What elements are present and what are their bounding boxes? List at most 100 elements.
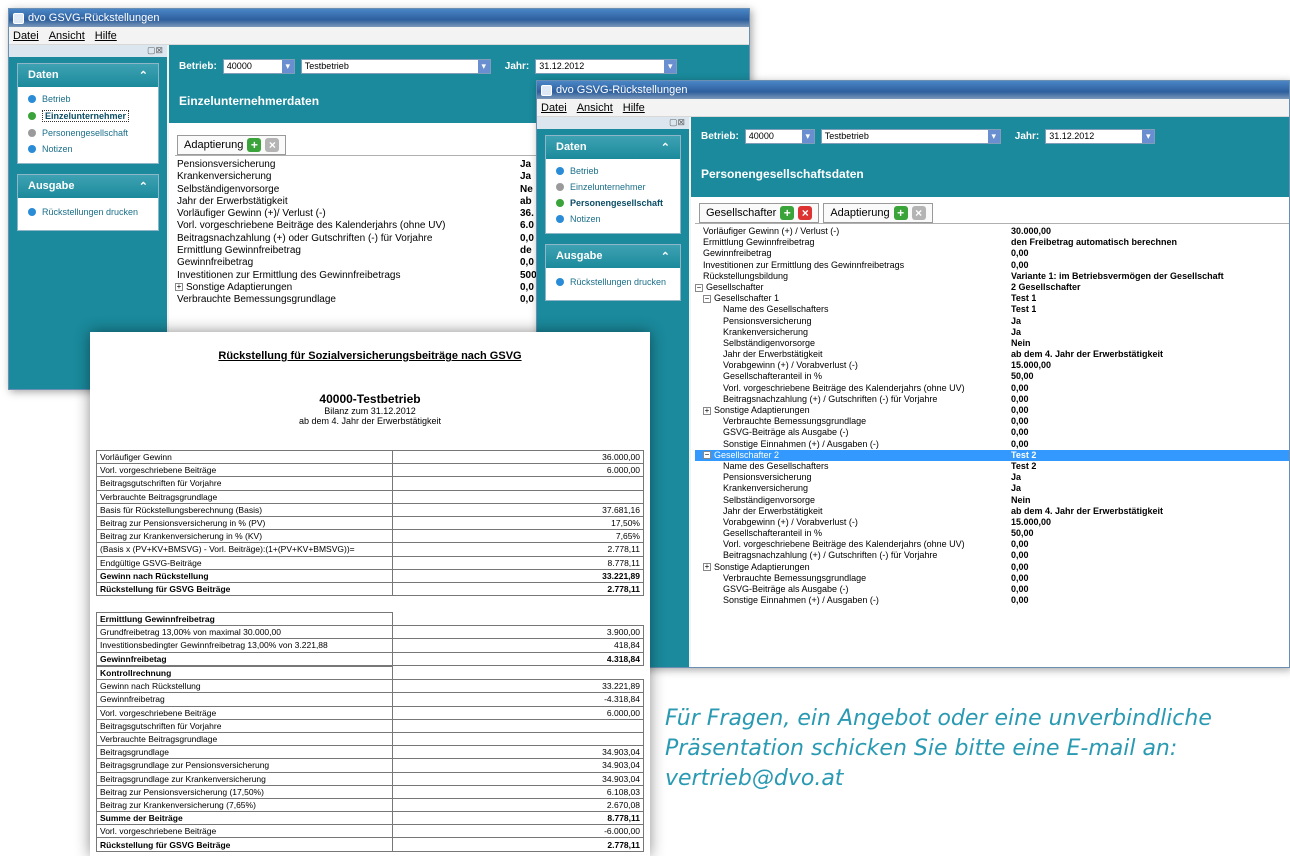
grid-key: GSVG-Beiträge als Ausgabe (-) [695,584,1011,595]
betrieb-name-select[interactable]: Testbetrieb [300,58,491,74]
sidebar-item-rueckstellungen-drucken[interactable]: Rückstellungen drucken [18,204,158,220]
expand-icon[interactable]: + [703,563,711,572]
grid-row[interactable]: − Gesellschafter 2 Test 2 [695,449,1289,461]
grid-row[interactable]: Pensionsversicherung Ja [695,472,1289,483]
grid-value: de [520,245,532,257]
jahr-select[interactable]: 31.12.2012 [1045,128,1156,144]
grid-row[interactable]: Beitragsnachzahlung (+) oder Gutschrifte… [175,233,545,245]
grid-row[interactable]: Vorläufiger Gewinn (+) / Verlust (-) 30.0… [695,226,1289,237]
grid-row[interactable]: Pensionsversicherung Ja [695,316,1289,327]
grid-row[interactable]: + Sonstige Adaptierungen 0,00 [695,562,1289,573]
grid-row[interactable]: − Gesellschafter 1 Test 1 [695,293,1289,304]
collapse-icon[interactable]: ⌃ [139,180,148,193]
grid-row[interactable]: Investitionen zur Ermittlung des Gewinnf… [695,260,1289,271]
grid-row[interactable]: Jahr der Erwerbstätigkeit ab dem 4. Jahr … [695,506,1289,517]
grid-row[interactable]: Vorabgewinn (+) / Vorabverlust (-) 15.000… [695,360,1289,371]
grid-row[interactable]: Gewinnfreibetrag 0,0 [175,257,545,269]
grid-key: Jahr der Erwerbstätigkeit [175,196,520,208]
grid-row[interactable]: Gewinnfreibetrag 0,00 [695,248,1289,259]
grid-row[interactable]: Verbrauchte Bemessungsgrundlage 0,0 [175,294,545,306]
menu-hilfe[interactable]: Hilfe [95,30,117,42]
grid-row[interactable]: Gesellschafteranteil in % 50,00 [695,528,1289,539]
grid-row[interactable]: Pensionsversicherung Ja [175,159,545,171]
grid-row[interactable]: Vorl. vorgeschriebene Beiträge des Kalen… [695,383,1289,394]
betrieb-nr-select[interactable]: 40000 [744,128,815,144]
add-icon[interactable]: + [893,206,908,220]
add-icon[interactable]: + [247,138,262,152]
menu-datei[interactable]: Datei [13,30,39,42]
remove-icon[interactable]: × [911,206,926,220]
grid-row[interactable]: Beitragsnachzahlung (+) / Gutschriften (… [695,394,1289,405]
grid-row[interactable]: Vorl. vorgeschriebene Beiträge des Kalen… [175,220,545,232]
sidebar-item-personengesellschaft[interactable]: Personengesellschaft [18,125,158,141]
row-value: 4.318,84 [392,651,644,666]
expand-icon[interactable]: + [703,406,711,415]
sidebar-pin-icon[interactable]: ▢⊠ [537,117,689,129]
add-icon[interactable]: + [780,206,795,220]
grid-row[interactable]: Vorabgewinn (+) / Vorabverlust (-) 15.000… [695,517,1289,528]
grid-key: Pensionsversicherung [695,316,1011,327]
sidebar-pin-icon[interactable]: ▢⊠ [9,45,167,57]
grid-row[interactable]: Name des Gesellschafters Test 2 [695,461,1289,472]
jahr-select[interactable]: 31.12.2012 [535,58,678,74]
grid-row[interactable]: Jahr der Erwerbstätigkeit ab [175,196,545,208]
sidebar-item-notizen[interactable]: Notizen [546,211,680,227]
grid-row[interactable]: Beitragsnachzahlung (+) / Gutschriften (… [695,550,1289,561]
sidebar-item-notizen[interactable]: Notizen [18,141,158,157]
collapse-icon[interactable]: ⌃ [139,69,148,82]
sidebar-item-einzelunternehmer[interactable]: Einzelunternehmer [18,107,158,125]
sidebar-item-personengesellschaft[interactable]: Personengesellschaft [546,195,680,211]
grid-row[interactable]: Gesellschafteranteil in % 50,00 [695,371,1289,382]
sidebar-item-rueckstellungen-drucken[interactable]: Rückstellungen drucken [546,274,680,290]
row-value: 34.903,04 [392,758,644,773]
delete-icon[interactable]: × [798,206,813,220]
grid-row[interactable]: Ermittlung Gewinnfreibetrag de [175,245,545,257]
collapse-icon[interactable]: − [695,283,703,292]
panel-header[interactable]: Ausgabe ⌃ [18,175,158,198]
grid-row[interactable]: Selbständigenvorsorge Ne [175,184,545,196]
collapse-icon[interactable]: − [703,451,711,460]
grid-row[interactable]: Vorl. vorgeschriebene Beiträge des Kalen… [695,539,1289,550]
grid-row[interactable]: Selbständigenvorsorge Nein [695,338,1289,349]
panel-header[interactable]: Daten ⌃ [18,64,158,87]
panel-header[interactable]: Daten ⌃ [546,136,680,159]
grid-row[interactable]: Sonstige Einnahmen (+) / Ausgaben (-) 0,0… [695,595,1289,606]
collapse-icon[interactable]: ⌃ [661,250,670,263]
collapse-icon[interactable]: − [703,294,711,303]
grid-row[interactable]: Name des Gesellschafters Test 1 [695,304,1289,315]
grid-row[interactable]: Ermittlung Gewinnfreibetrag den Freibetra… [695,237,1289,248]
grid-row[interactable]: Investitionen zur Ermittlung des Gewinnf… [175,270,545,282]
sidebar-item-betrieb[interactable]: Betrieb [546,163,680,179]
row-value: 36.000,00 [392,449,644,465]
grid-row[interactable]: Jahr der Erwerbstätigkeit ab dem 4. Jahr … [695,349,1289,360]
grid-row[interactable]: Krankenversicherung Ja [695,327,1289,338]
grid-row[interactable]: GSVG-Beiträge als Ausgabe (-) 0,00 [695,427,1289,438]
grid-row[interactable]: Verbrauchte Bemessungsgrundlage 0,00 [695,573,1289,584]
panel-header[interactable]: Ausgabe ⌃ [546,245,680,268]
sidebar-item-einzelunternehmer[interactable]: Einzelunternehmer [546,179,680,195]
grid-key-text: Beitragsnachzahlung (+) oder Gutschrifte… [177,232,433,244]
grid-row[interactable]: + Sonstige Adaptierungen 0,0 [175,282,545,294]
grid-row[interactable]: GSVG-Beiträge als Ausgabe (-) 0,00 [695,584,1289,595]
menu-hilfe[interactable]: Hilfe [623,102,645,114]
grid-row[interactable]: Krankenversicherung Ja [175,171,545,183]
grid-row[interactable]: − Gesellschafter 2 Gesellschafter [695,282,1289,293]
grid-row[interactable]: Selbständigenvorsorge Nein [695,495,1289,506]
sidebar-item-betrieb[interactable]: Betrieb [18,91,158,107]
betrieb-name-select[interactable]: Testbetrieb [820,128,1001,144]
menu-datei[interactable]: Datei [541,102,567,114]
collapse-icon[interactable]: ⌃ [661,141,670,154]
remove-icon[interactable]: × [265,138,280,152]
grid-value: 6.0 [520,220,534,232]
grid-row[interactable]: + Sonstige Adaptierungen 0,00 [695,405,1289,416]
menu-ansicht[interactable]: Ansicht [577,102,613,114]
grid-key: Verbrauchte Bemessungsgrundlage [175,294,520,306]
grid-row[interactable]: Krankenversicherung Ja [695,483,1289,494]
grid-row[interactable]: Vorläufiger Gewinn (+)/ Verlust (-) 36. [175,208,545,220]
expand-icon[interactable]: + [175,283,183,292]
betrieb-nr-select[interactable]: 40000 [222,58,295,74]
grid-row[interactable]: Verbrauchte Bemessungsgrundlage 0,00 [695,416,1289,427]
grid-row[interactable]: Sonstige Einnahmen (+) / Ausgaben (-) 0,0… [695,439,1289,450]
menu-ansicht[interactable]: Ansicht [49,30,85,42]
grid-row[interactable]: Rückstellungsbildung Variante 1: im Betri… [695,271,1289,282]
